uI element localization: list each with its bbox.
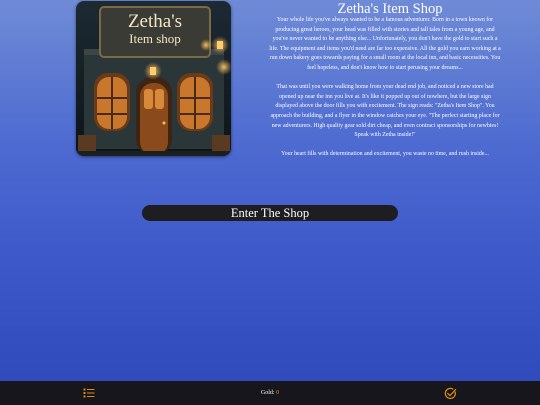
quest-list-icon[interactable] <box>83 387 95 399</box>
check-circle-icon[interactable] <box>444 387 457 400</box>
bottom-bar: Gold: 0 <box>0 381 540 405</box>
gold-amount: 0 <box>276 390 280 396</box>
story-paragraph: Your heart fills with determination and … <box>281 151 489 158</box>
sign-line-2: Item shop <box>129 31 181 46</box>
shop-front-image: Zetha's Item shop <box>76 1 231 156</box>
intro-story: Your whole life you've always wanted to … <box>268 16 502 170</box>
gold-label: Gold: <box>260 390 275 396</box>
shop-sign-text: Zetha's Item shop <box>100 11 210 46</box>
gold-display: Gold: 0 <box>0 381 540 405</box>
enter-shop-button[interactable]: Enter The Shop <box>142 205 398 221</box>
page-title: Zetha's Item Shop <box>337 1 443 17</box>
story-paragraph: That was until you were walking home fro… <box>270 84 500 139</box>
sign-line-1: Zetha's <box>127 11 183 32</box>
story-paragraph: Your whole life you've always wanted to … <box>269 17 501 71</box>
